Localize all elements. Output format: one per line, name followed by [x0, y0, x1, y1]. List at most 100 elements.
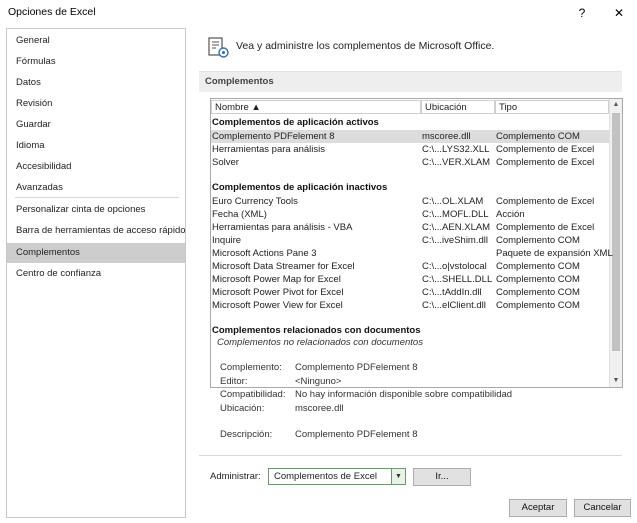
list-item[interactable]: Solver C:\...VER.XLAM Complemento de Excel	[211, 156, 609, 169]
list-item[interactable]: Fecha (XML) C:\...MOFL.DLL Acción	[211, 208, 609, 221]
addin-location: C:\...LYS32.XLL	[422, 144, 490, 155]
addins-list[interactable]: Nombre ▲ Ubicación Tipo ▲ ▼ Complementos…	[210, 98, 623, 388]
group-header: Complementos de aplicación inactivos	[212, 182, 388, 193]
addin-type: Complemento COM	[496, 261, 580, 272]
column-header-type[interactable]: Tipo	[495, 100, 609, 114]
title-bar: Opciones de Excel ? ✕	[0, 0, 637, 26]
list-item[interactable]: Euro Currency Tools C:\...OL.XLAM Compleme…	[211, 195, 609, 208]
addin-location: C:\...AEN.XLAM	[422, 222, 491, 233]
manage-select-value: Complementos de Excel	[274, 471, 377, 482]
addin-location: C:\...o|vstolocal	[422, 261, 487, 272]
addin-name: Fecha (XML)	[212, 209, 267, 220]
addin-type: Acción	[496, 209, 525, 220]
detail-ubicacion-label: Ubicación:	[220, 403, 265, 414]
list-item[interactable]: Herramientas para análisis C:\...LYS32.XL…	[211, 143, 609, 156]
list-item[interactable]: Microsoft Data Streamer for Excel C:\...o…	[211, 260, 609, 273]
go-button[interactable]: Ir...	[413, 468, 471, 486]
chevron-down-icon[interactable]: ▼	[391, 469, 405, 484]
manage-label: Administrar:	[210, 471, 261, 482]
addins-gear-icon	[208, 37, 229, 58]
detail-compat-value: No hay información disponible sobre comp…	[295, 389, 513, 400]
group-header: Complementos de aplicación activos	[212, 117, 379, 128]
scroll-down-icon[interactable]: ▼	[610, 375, 622, 387]
manage-select[interactable]: Complementos de Excel ▼	[268, 468, 406, 485]
detail-editor-value: <Ninguno>	[295, 376, 342, 387]
sidebar: General Fórmulas Datos Revisión Guardar Idiom…	[6, 28, 186, 518]
window-title: Opciones de Excel	[8, 6, 96, 18]
ok-button[interactable]: Aceptar	[509, 499, 567, 517]
sidebar-item[interactable]: Avanzadas	[7, 178, 185, 198]
addin-name: Microsoft Actions Pane 3	[212, 248, 317, 259]
close-button[interactable]: ✕	[608, 3, 630, 23]
sidebar-item[interactable]: Complementos	[7, 243, 185, 263]
addin-location: mscoree.dll	[422, 131, 471, 142]
list-item[interactable]: Microsoft Actions Pane 3 Paquete de expan…	[211, 247, 613, 260]
section-header: Complementos	[199, 71, 622, 92]
detail-descripcion-label: Descripción:	[220, 429, 273, 440]
addin-name: Complemento PDFelement 8	[212, 131, 335, 142]
detail-ubicacion-value: mscoree.dll	[295, 403, 344, 414]
sidebar-divider	[15, 197, 179, 198]
addin-type: Complemento COM	[496, 274, 580, 285]
section-title: Complementos	[205, 76, 274, 87]
header-text: Vea y administre los complementos de Mic…	[236, 40, 495, 52]
list-item[interactable]: Inquire C:\...iveShim.dll Complemento COM	[211, 234, 609, 247]
detail-compat-label: Compatibilidad:	[220, 389, 286, 400]
list-item[interactable]: Microsoft Power View for Excel C:\...elCl…	[211, 299, 609, 312]
addin-name: Inquire	[212, 235, 242, 246]
sidebar-item[interactable]: Idioma	[7, 136, 185, 156]
addin-location: C:\...MOFL.DLL	[422, 209, 489, 220]
addin-name: Herramientas para análisis	[212, 144, 325, 155]
main-panel: Vea y administre los complementos de Mic…	[190, 28, 630, 490]
addin-location: C:\...tAddIn.dll	[422, 287, 482, 298]
list-item[interactable]: Complemento PDFelement 8 mscoree.dll Compl…	[211, 130, 609, 143]
detail-editor-label: Editor:	[220, 376, 248, 387]
addin-type: Paquete de expansión XML	[496, 248, 613, 259]
addin-name: Microsoft Power View for Excel	[212, 300, 343, 311]
sidebar-item[interactable]: Barra de herramientas de acceso rápido	[7, 221, 186, 241]
help-button[interactable]: ?	[571, 3, 593, 23]
addin-name: Microsoft Power Map for Excel	[212, 274, 341, 285]
addin-type: Complemento de Excel	[496, 196, 595, 207]
addin-location: C:\...iveShim.dll	[422, 235, 488, 246]
sidebar-item[interactable]: Revisión	[7, 94, 185, 114]
detail-complemento-value: Complemento PDFelement 8	[295, 362, 418, 373]
addin-type: Complemento de Excel	[496, 222, 595, 233]
addin-name: Microsoft Power Pivot for Excel	[212, 287, 344, 298]
list-item[interactable]: Microsoft Power Map for Excel C:\...SHELL…	[211, 273, 609, 286]
sidebar-item[interactable]: Guardar	[7, 115, 185, 135]
sidebar-item[interactable]: General	[7, 31, 185, 51]
sidebar-item[interactable]: Datos	[7, 73, 185, 93]
addin-name: Solver	[212, 157, 239, 168]
addin-type: Complemento de Excel	[496, 144, 595, 155]
addin-type: Complemento COM	[496, 287, 580, 298]
addin-location: C:\...VER.XLAM	[422, 157, 491, 168]
divider	[199, 455, 622, 456]
addin-location: C:\...OL.XLAM	[422, 196, 484, 207]
addin-name: Herramientas para análisis - VBA	[212, 222, 353, 233]
addin-name: Euro Currency Tools	[212, 196, 298, 207]
column-header-name[interactable]: Nombre ▲	[211, 100, 421, 114]
scroll-thumb[interactable]	[612, 113, 620, 351]
list-item[interactable]: Microsoft Power Pivot for Excel C:\...tAd…	[211, 286, 609, 299]
cancel-button[interactable]: Cancelar	[574, 499, 631, 517]
sidebar-item[interactable]: Fórmulas	[7, 52, 185, 72]
addin-location: C:\...elClient.dll	[422, 300, 486, 311]
addin-type: Complemento COM	[496, 300, 580, 311]
addin-name: Microsoft Data Streamer for Excel	[212, 261, 355, 272]
column-header-location[interactable]: Ubicación	[421, 100, 495, 114]
sidebar-item[interactable]: Centro de confianza	[7, 264, 185, 284]
detail-complemento-label: Complemento:	[220, 362, 282, 373]
group-header: Complementos relacionados con documentos	[212, 325, 421, 336]
sidebar-item[interactable]: Personalizar cinta de opciones	[7, 200, 185, 220]
sidebar-item[interactable]: Accesibilidad	[7, 157, 185, 177]
addin-type: Complemento de Excel	[496, 157, 595, 168]
addin-type: Complemento COM	[496, 131, 580, 142]
addin-location: C:\...SHELL.DLL	[422, 274, 493, 285]
list-item[interactable]: Herramientas para análisis - VBA C:\...AE…	[211, 221, 609, 234]
scroll-up-icon[interactable]: ▲	[610, 99, 622, 111]
vertical-scrollbar[interactable]: ▲ ▼	[609, 99, 622, 387]
group-note: Complementos no relacionados con documen…	[217, 337, 423, 348]
addin-type: Complemento COM	[496, 235, 580, 246]
detail-descripcion-value: Complemento PDFelement 8	[295, 429, 418, 440]
